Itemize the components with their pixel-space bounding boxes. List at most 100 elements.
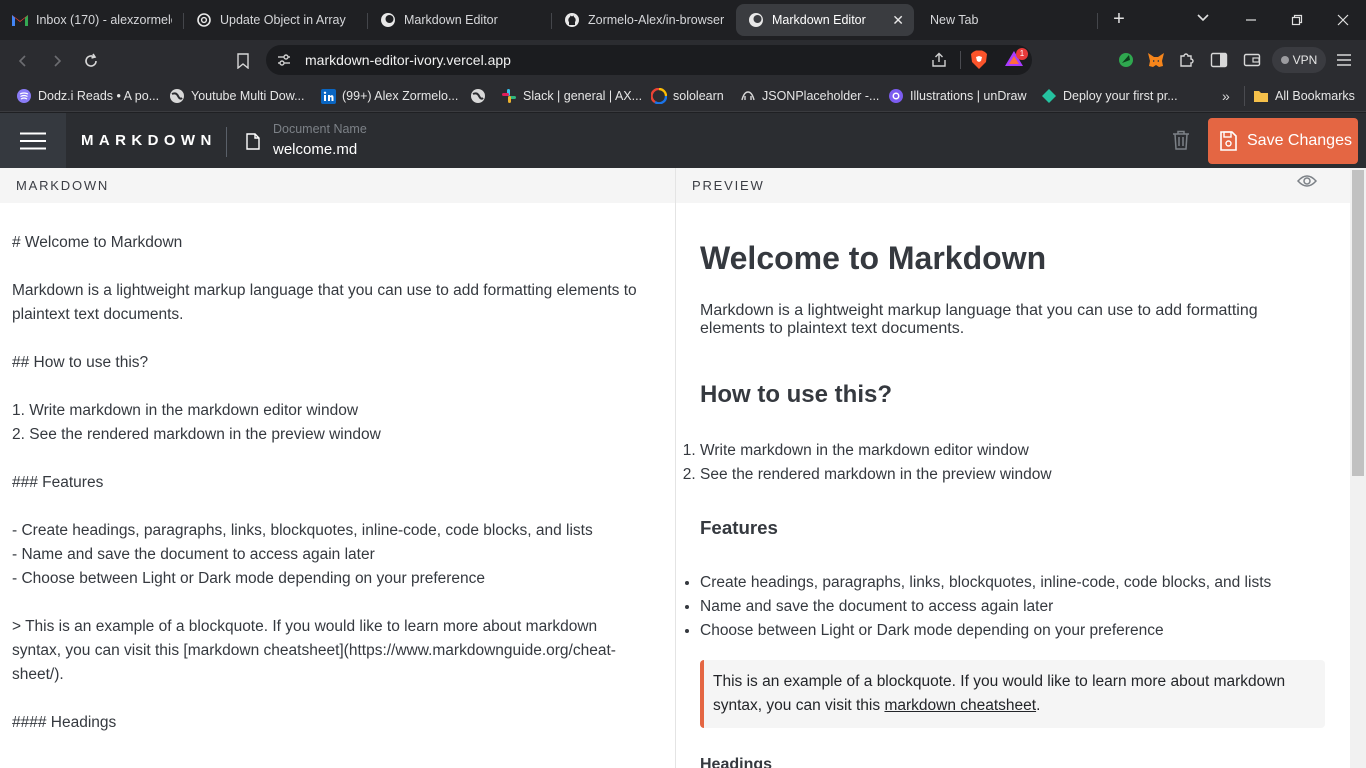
address-bar[interactable]: markdown-editor-ivory.vercel.app 1 [266,45,1032,75]
bookmarks-overflow-icon[interactable]: » [1222,87,1230,105]
podcast-icon [16,88,32,104]
wallet-icon[interactable] [1242,50,1262,70]
trash-icon [1173,130,1189,150]
delete-button[interactable] [1172,130,1190,155]
url-text[interactable]: markdown-editor-ivory.vercel.app [305,52,511,68]
undraw-icon [888,88,904,104]
preview-h2: How to use this? [700,381,892,408]
bookmark-item[interactable]: sololearn [651,87,724,105]
document-icon [246,133,260,155]
json-icon [740,88,756,104]
preview-paragraph: Markdown is a lightweight markup languag… [700,302,1258,337]
restore-icon[interactable] [1274,0,1320,40]
vpn-button[interactable]: VPN [1272,47,1326,73]
editor-line: - Create headings, paragraphs, links, bl… [12,522,593,539]
preview-pane: Welcome to Markdown Markdown is a lightw… [676,203,1350,768]
save-changes-button[interactable]: Save Changes [1208,118,1358,164]
preview-blockquote: This is an example of a blockquote. If y… [700,660,1325,728]
tab-label: Inbox (170) - alexzormelo [36,13,172,27]
folder-icon [1253,88,1269,104]
cheatsheet-link[interactable]: markdown cheatsheet [884,697,1036,714]
document-name-label: Document Name [273,122,367,136]
tab-label: Markdown Editor [772,13,866,27]
list-item: See the rendered markdown in the preview… [700,463,1325,487]
menu-button[interactable] [0,113,66,168]
close-icon[interactable]: ✕ [892,12,904,29]
editor-line: ## How to use this? [12,354,149,371]
tab-label: Markdown Editor [404,13,498,27]
browser-tab[interactable]: New Tab [914,4,1098,36]
slack-icon [501,88,517,104]
bookmark-item[interactable]: (99+) Alex Zormelo... [320,87,458,105]
site-settings-icon[interactable] [276,52,292,73]
browser-tab[interactable]: Inbox (170) - alexzormelo [0,4,184,36]
save-icon [1220,131,1237,151]
preview-h4: Headings [700,756,773,768]
preview-scrollbar[interactable] [1350,168,1366,768]
forward-icon[interactable] [46,50,68,72]
browser-tab[interactable]: Zormelo-Alex/in-browser- [552,4,736,36]
all-bookmarks[interactable]: All Bookmarks [1244,86,1355,106]
close-window-icon[interactable] [1320,0,1366,40]
github-icon [564,12,580,28]
bookmark-item[interactable]: Deploy your first pr... [1041,87,1178,105]
editor-line: > This is an example of a blockquote. If… [12,618,598,635]
tab-label: New Tab [930,13,979,27]
browser-tab-strip: Inbox (170) - alexzormelo Update Object … [0,0,1366,40]
minimize-icon[interactable] [1228,0,1274,40]
reload-icon[interactable] [80,50,102,72]
editor-line: ### Features [12,474,104,491]
bookmark-item[interactable]: Dodz.i Reads • A po... [16,87,159,105]
globe-icon [470,88,486,104]
markdown-pane-title: MARKDOWN [16,178,110,193]
extension-green-icon[interactable] [1116,50,1136,70]
browser-tab-active[interactable]: Markdown Editor ✕ [736,4,914,36]
bookmark-item[interactable]: Youtube Multi Dow... [169,87,305,105]
editor-line: - Choose between Light or Dark mode depe… [12,570,486,587]
bookmark-icon[interactable] [232,50,254,72]
browser-menu-icon[interactable] [1334,50,1354,70]
app-globe-icon [380,12,396,28]
brave-shields-icon[interactable] [970,50,988,75]
browser-tab[interactable]: Markdown Editor [368,4,552,36]
hamburger-icon [20,132,46,149]
preview-h1: Welcome to Markdown [700,240,1047,276]
markdown-textarea[interactable]: # Welcome to Markdown Markdown is a light… [12,231,668,735]
bookmark-item[interactable]: Slack | general | AX... [501,87,642,105]
bookmark-item[interactable]: JSONPlaceholder -... [740,87,879,105]
editor-line: plaintext text documents. [12,306,184,323]
preview-bullet-list: Create headings, paragraphs, links, bloc… [700,571,1325,643]
markdown-editor[interactable]: # Welcome to Markdown Markdown is a light… [0,203,675,768]
globe-icon [169,88,185,104]
bookmark-item[interactable] [470,87,492,105]
document-name-input[interactable]: welcome.md [273,141,357,158]
editor-line: #### Headings [12,714,117,731]
tab-label: Zormelo-Alex/in-browser- [588,13,724,27]
browser-tab[interactable]: Update Object in Array [184,4,368,36]
vpn-label: VPN [1292,53,1318,67]
eye-icon[interactable] [1296,174,1318,191]
sidebar-toggle-icon[interactable] [1209,50,1229,70]
bookmark-item[interactable]: Illustrations | unDraw [888,87,1027,105]
list-item: Create headings, paragraphs, links, bloc… [700,571,1325,595]
new-tab-button[interactable]: + [1108,9,1130,31]
back-icon[interactable] [12,50,34,72]
extensions-puzzle-icon[interactable] [1177,50,1197,70]
preview-pane-header: PREVIEW [676,168,1350,203]
metamask-icon[interactable] [1146,50,1166,70]
preview-pane-title: PREVIEW [692,178,765,193]
editor-line: syntax, you can visit this [markdown che… [12,642,616,659]
editor-line: # Welcome to Markdown [12,234,183,251]
gmail-icon [12,12,28,28]
preview-ordered-list: Write markdown in the markdown editor wi… [700,439,1325,487]
scrollbar-thumb[interactable] [1352,170,1364,476]
preview-h3: Features [700,517,778,538]
app-globe-icon [748,12,764,28]
bookmarks-bar: Dodz.i Reads • A po... Youtube Multi Dow… [0,80,1366,112]
chevron-down-icon[interactable] [1196,10,1214,30]
share-icon[interactable] [930,51,948,74]
